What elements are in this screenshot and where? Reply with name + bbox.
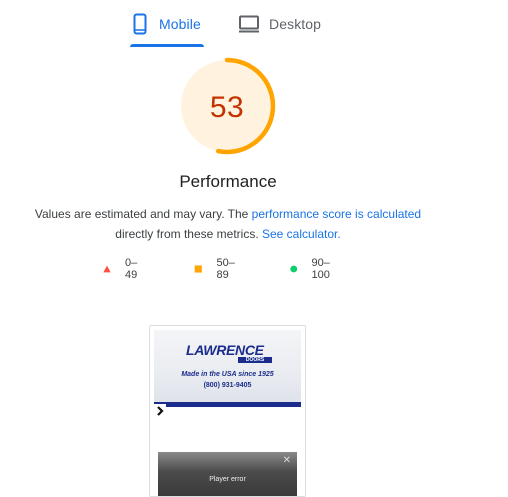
mobile-phone-icon <box>133 13 147 35</box>
tab-mobile[interactable]: Mobile <box>131 8 204 40</box>
tab-desktop-label: Desktop <box>269 16 322 32</box>
site-logo: LAWRENCE <box>186 342 264 358</box>
video-player: ✕ Player error <box>158 452 297 496</box>
score-value: 53 <box>209 91 245 124</box>
score-calculation-link[interactable]: performance score is calculated <box>252 207 421 221</box>
site-phone: (800) 931-9405 <box>203 382 252 389</box>
description-text-1: Values are estimated and may vary. The <box>34 207 252 221</box>
site-logo-sub: DOORS <box>238 357 272 363</box>
gauge-label: Performance <box>179 172 277 191</box>
site-tagline: Made in the USA since 1925 <box>181 371 274 378</box>
calculator-link[interactable]: See calculator. <box>262 227 341 241</box>
red-triangle-icon <box>103 265 111 273</box>
orange-square-icon <box>194 265 202 273</box>
legend-pass: 90–100 <box>290 257 334 281</box>
legend-fail-range: 0–49 <box>124 257 138 281</box>
legend-average: 50–89 <box>194 257 238 281</box>
legend-average-range: 50–89 <box>216 257 235 281</box>
score-description: Values are estimated and may vary. The p… <box>0 204 456 244</box>
active-tab-indicator <box>130 44 204 47</box>
description-text-2: directly from these metrics. <box>115 227 262 241</box>
legend-pass-range: 90–100 <box>311 257 330 281</box>
chevron-right-icon <box>157 406 164 416</box>
site-nav-toggle <box>154 404 166 416</box>
device-tabs: Mobile Desktop <box>0 0 508 48</box>
performance-gauge[interactable]: 53 <box>178 57 276 155</box>
legend-fail: 0–49 <box>103 257 141 281</box>
green-circle-icon <box>290 265 298 273</box>
close-icon: ✕ <box>282 455 291 466</box>
page-screenshot-thumbnail: LAWRENCE DOORS Made in the USA since 192… <box>149 325 306 497</box>
screenshot-header: LAWRENCE DOORS Made in the USA since 192… <box>154 330 301 402</box>
tab-desktop[interactable]: Desktop <box>238 8 330 40</box>
desktop-monitor-icon <box>239 15 259 33</box>
site-nav-bar <box>154 402 301 407</box>
player-error-message: Player error <box>209 476 246 483</box>
tab-mobile-label: Mobile <box>159 16 201 32</box>
